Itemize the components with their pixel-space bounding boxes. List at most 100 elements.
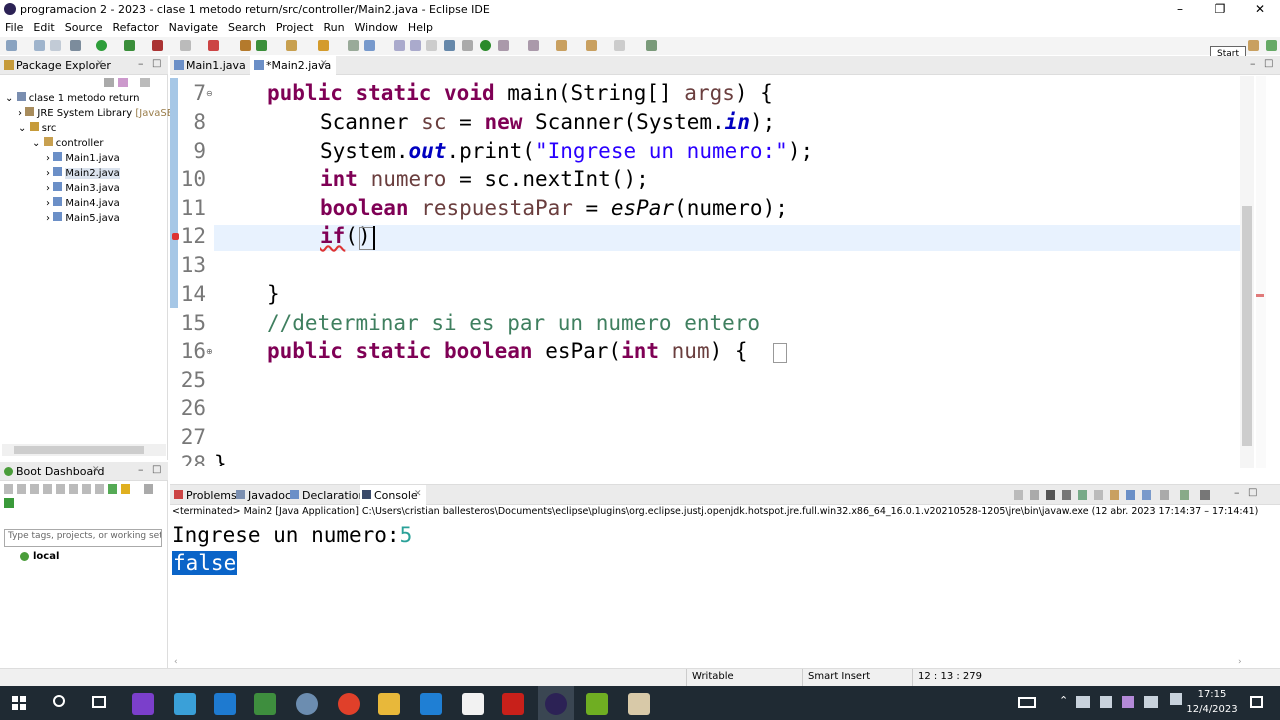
forward-icon[interactable]: [614, 40, 625, 51]
postgres-icon[interactable]: [296, 693, 318, 715]
menu-edit[interactable]: Edit: [28, 19, 59, 34]
visual-studio-icon[interactable]: [132, 693, 154, 715]
maximize-view-icon[interactable]: □: [1264, 58, 1273, 69]
tab-javadoc[interactable]: Javadoc: [248, 489, 291, 502]
code-line-15[interactable]: //determinar si es par un numero entero: [267, 311, 760, 335]
tree-project-row[interactable]: ⌄ clase 1 metodo return: [5, 92, 139, 104]
collapse-all-icon[interactable]: [104, 78, 114, 87]
error-marker[interactable]: [1256, 294, 1264, 297]
new-java-project-icon[interactable]: [240, 40, 251, 51]
menu-search[interactable]: Search: [223, 19, 271, 34]
prev-annotation-icon[interactable]: [528, 40, 539, 51]
debug-icon[interactable]: [70, 40, 81, 51]
task-view-icon[interactable]: [92, 696, 106, 708]
menu-project[interactable]: Project: [271, 19, 319, 34]
skip-breakpoints-icon[interactable]: [462, 40, 473, 51]
run-icon[interactable]: [96, 40, 107, 51]
tree-file-row[interactable]: › Main4.java: [46, 197, 120, 209]
code-line-16[interactable]: public static boolean esPar(int num) {: [267, 339, 748, 363]
menu-source[interactable]: Source: [60, 19, 108, 34]
search-toolbar-icon[interactable]: [318, 40, 329, 51]
app-icon[interactable]: [586, 693, 608, 715]
file-explorer-icon[interactable]: [378, 693, 400, 715]
code-line-14[interactable]: }: [267, 282, 280, 306]
terminal-icon[interactable]: [444, 40, 455, 51]
maximize-view-icon[interactable]: □: [152, 464, 161, 475]
scroll-right-icon[interactable]: ›: [1238, 657, 1242, 667]
error-icon[interactable]: [172, 233, 179, 240]
menu-refactor[interactable]: Refactor: [108, 19, 164, 34]
whitespace-icon[interactable]: [426, 40, 437, 51]
tree-src-row[interactable]: ⌄ src: [18, 122, 56, 134]
new-icon[interactable]: [6, 40, 17, 51]
tree-jre-row[interactable]: › JRE System Library [JavaSE-1: [18, 107, 183, 119]
maximize-button[interactable]: ❐: [1200, 0, 1240, 19]
minimize-view-icon[interactable]: –: [1250, 57, 1256, 70]
taskbar-date[interactable]: 12/4/2023: [1186, 704, 1238, 715]
editor-tab-main2-active[interactable]: *Main2.java ✕: [250, 56, 336, 75]
notifications-icon[interactable]: [1250, 696, 1263, 708]
scrollbar-thumb[interactable]: [14, 446, 144, 454]
menu-run[interactable]: Run: [318, 19, 349, 34]
app-icon[interactable]: [628, 693, 650, 715]
acrobat-icon[interactable]: [502, 693, 524, 715]
keyboard-icon[interactable]: [1018, 697, 1036, 708]
toggle-mark-icon[interactable]: [348, 40, 359, 51]
language-icon[interactable]: [1170, 693, 1182, 705]
folded-code-box[interactable]: [773, 343, 787, 363]
next-annotation-icon[interactable]: [498, 40, 509, 51]
close-icon[interactable]: ✕: [320, 59, 328, 69]
fold-icon[interactable]: ⊕: [206, 347, 213, 356]
view-menu-icon[interactable]: [140, 78, 150, 87]
boot-toolbar-icons[interactable]: [4, 484, 164, 494]
minimize-view-icon[interactable]: –: [138, 57, 144, 70]
tree-file-row[interactable]: › Main1.java: [46, 152, 120, 164]
toggle-highlight-icon[interactable]: [364, 40, 375, 51]
chrome-icon[interactable]: [338, 693, 360, 715]
notepad-icon[interactable]: [462, 693, 484, 715]
code-line-7[interactable]: public static void main(String[] args) {: [267, 81, 773, 105]
console-output-selected[interactable]: false: [172, 551, 238, 575]
code-line-9[interactable]: System.out.print("Ingrese un numero:");: [320, 139, 813, 163]
link-editor-icon[interactable]: [118, 78, 128, 87]
menu-file[interactable]: File: [0, 19, 28, 34]
tab-problems[interactable]: Problems: [186, 489, 237, 502]
search-icon[interactable]: [53, 695, 65, 707]
last-edit-icon[interactable]: [556, 40, 567, 51]
word-wrap-icon[interactable]: [410, 40, 421, 51]
tab-console-active[interactable]: Console ✕: [360, 485, 426, 505]
external-tools-icon[interactable]: [152, 40, 163, 51]
chevron-up-icon[interactable]: ⌃: [1059, 694, 1068, 707]
menu-navigate[interactable]: Navigate: [164, 19, 223, 34]
app-icon[interactable]: [254, 693, 276, 715]
open-type-icon[interactable]: [286, 40, 297, 51]
edit-icon[interactable]: [1144, 696, 1158, 708]
perspective-java-icon[interactable]: [1248, 40, 1259, 51]
minimize-view-icon[interactable]: –: [138, 463, 144, 476]
scrollbar-thumb[interactable]: [1242, 206, 1252, 446]
app-icon[interactable]: [174, 693, 196, 715]
close-icon[interactable]: ✕: [96, 59, 104, 69]
close-button[interactable]: ✕: [1240, 0, 1280, 19]
eclipse-icon[interactable]: [545, 693, 567, 715]
tree-file-row-selected[interactable]: › Main2.java: [46, 167, 120, 179]
horizontal-scrollbar[interactable]: [2, 444, 166, 456]
menu-window[interactable]: Window: [350, 19, 403, 34]
maximize-view-icon[interactable]: □: [1248, 487, 1257, 498]
tree-package-row[interactable]: ⌄ controller: [32, 137, 103, 149]
console-toolbar-icons[interactable]: [1014, 490, 1210, 500]
scroll-left-icon[interactable]: ‹: [174, 657, 178, 667]
code-line-28[interactable]: }: [214, 452, 227, 466]
stop-icon[interactable]: [180, 40, 191, 51]
maximize-view-icon[interactable]: □: [152, 58, 161, 69]
minimize-view-icon[interactable]: –: [1234, 486, 1240, 499]
menu-help[interactable]: Help: [403, 19, 438, 34]
new-class-icon[interactable]: [256, 40, 267, 51]
vscode-icon[interactable]: [420, 693, 442, 715]
app-icon[interactable]: [214, 693, 236, 715]
save-all-icon[interactable]: [50, 40, 61, 51]
minimize-button[interactable]: –: [1160, 0, 1200, 19]
code-line-11[interactable]: boolean respuestaPar = esPar(numero);: [320, 196, 788, 220]
save-icon[interactable]: [34, 40, 45, 51]
relaunch-icon[interactable]: [208, 40, 219, 51]
